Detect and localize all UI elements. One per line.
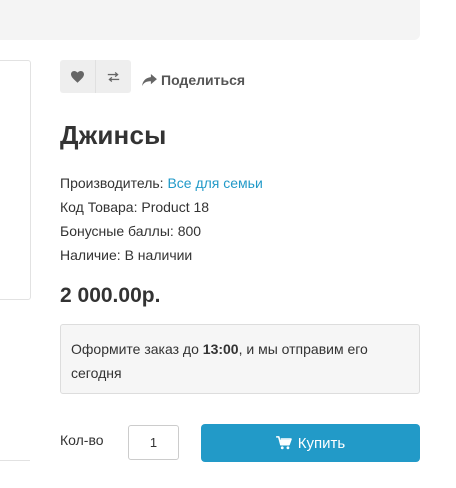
divider	[0, 460, 30, 461]
spec-label: Код Товара:	[60, 199, 138, 215]
spec-manufacturer: Производитель: Все для семьи	[60, 171, 263, 195]
share-label: Поделиться	[161, 72, 246, 88]
compare-button[interactable]	[95, 60, 131, 93]
spec-label: Производитель:	[60, 175, 164, 191]
quantity-label: Кол-во	[60, 432, 104, 448]
delivery-notice: Оформите заказ до 13:00, и мы отправим е…	[60, 324, 420, 394]
spec-code: Код Товара: Product 18	[60, 195, 263, 219]
notice-text-before: Оформите заказ до	[71, 341, 203, 357]
compare-arrows-icon	[107, 71, 120, 82]
top-bar	[0, 0, 420, 40]
buy-label: Купить	[297, 434, 346, 452]
spec-value: В наличии	[124, 247, 193, 263]
manufacturer-link[interactable]: Все для семьи	[167, 175, 262, 191]
share-arrow-icon	[142, 73, 157, 86]
buy-button[interactable]: Купить	[201, 424, 420, 462]
spec-value: 800	[177, 223, 202, 239]
product-specs: Производитель: Все для семьи Код Товара:…	[60, 171, 263, 267]
spec-label: Бонусные баллы:	[60, 223, 174, 239]
spec-label: Наличие:	[60, 247, 121, 263]
product-title: Джинсы	[60, 120, 167, 150]
product-image-frame[interactable]	[0, 60, 31, 300]
share-link[interactable]: Поделиться	[142, 70, 245, 90]
quantity-input[interactable]	[128, 425, 179, 460]
spec-stock: Наличие: В наличии	[60, 243, 263, 267]
heart-icon	[71, 70, 84, 83]
spec-bonus: Бонусные баллы: 800	[60, 219, 263, 243]
product-price: 2 000.00р.	[60, 284, 161, 307]
spec-value: Product 18	[141, 199, 210, 215]
cart-icon	[275, 436, 292, 450]
wishlist-button[interactable]	[60, 60, 95, 93]
product-action-group	[60, 60, 131, 93]
notice-time: 13:00	[202, 341, 239, 357]
